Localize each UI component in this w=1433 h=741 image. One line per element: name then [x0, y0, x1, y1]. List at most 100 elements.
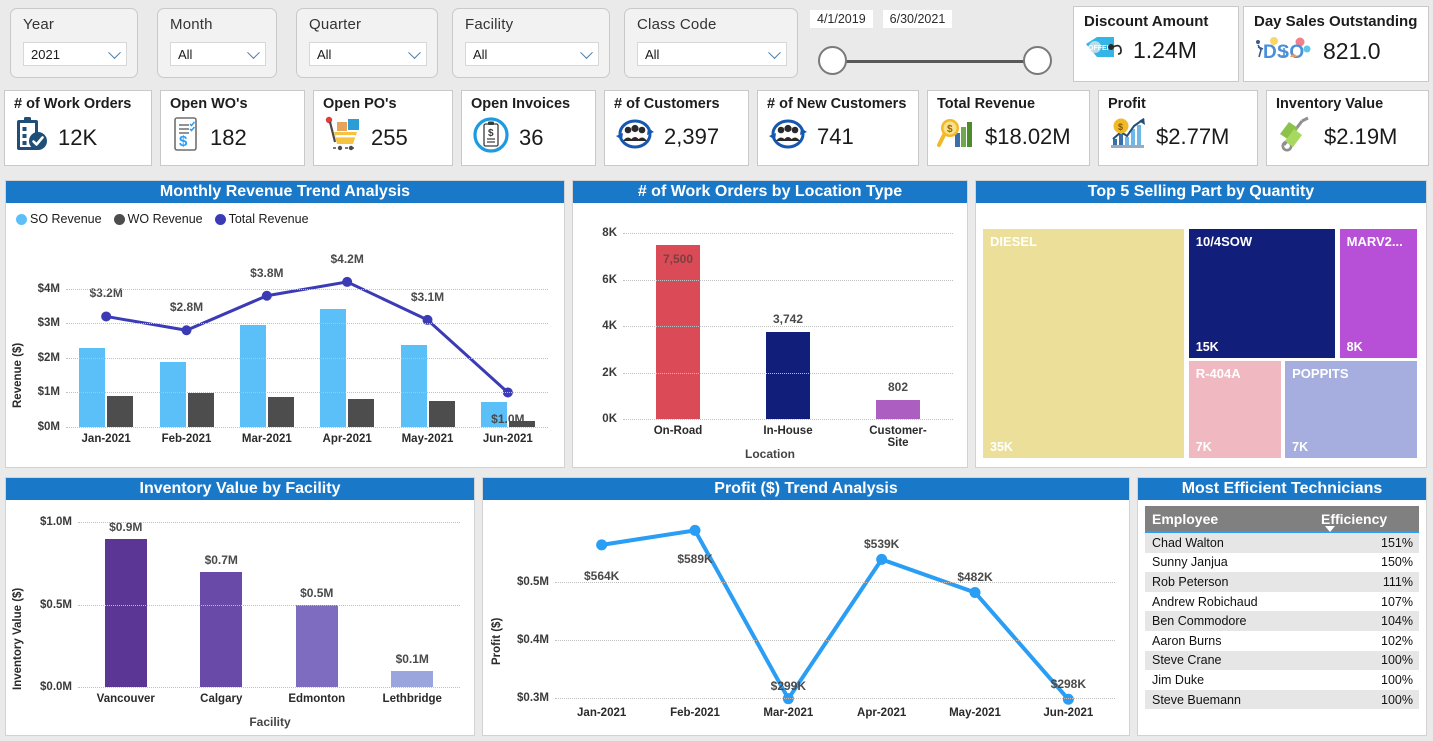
slicer-year-dropdown[interactable]: 2021	[23, 42, 127, 66]
column-header-employee[interactable]: Employee	[1145, 511, 1321, 527]
kpi-inventory-value[interactable]: Inventory Value $2.19M	[1266, 90, 1429, 166]
kpi-total-revenue[interactable]: Total Revenue $ $18.02M	[927, 90, 1090, 166]
slicer-quarter-dropdown[interactable]: All	[309, 42, 427, 66]
slider-handle-start[interactable]	[818, 46, 847, 75]
inventory-chart[interactable]: Inventory Value ($) $0.9M $0.7M $0.5M $0.1M…	[6, 500, 474, 735]
customers-icon	[614, 115, 656, 158]
panel-inventory-facility: Inventory Value by Facility Inventory Va…	[5, 477, 475, 736]
data-label-profit: $539K	[863, 537, 900, 552]
gridline	[623, 279, 953, 281]
date-end-input[interactable]: 6/30/2021	[882, 10, 953, 28]
x-tick-label: May-2021	[949, 707, 1001, 719]
date-start-input[interactable]: 4/1/2019	[810, 10, 873, 28]
clipboard-check-icon	[14, 115, 50, 160]
legend-so-revenue[interactable]: SO Revenue	[16, 212, 102, 226]
slicer-quarter[interactable]: Quarter All	[296, 8, 438, 78]
monthly-revenue-chart[interactable]: SO Revenue WO Revenue Total Revenue Reve…	[6, 203, 564, 467]
table-row[interactable]: Jim Duke 100%	[1145, 670, 1419, 690]
kpi-profit[interactable]: Profit $ $2.77M	[1098, 90, 1258, 166]
profit-line	[596, 524, 1074, 705]
shopping-cart-icon	[323, 115, 363, 160]
slicer-month-label: Month	[170, 16, 213, 33]
treemap-cell[interactable]: MARV2... 8K	[1339, 229, 1417, 358]
kpi-customers[interactable]: # of Customers 2,397	[604, 90, 749, 166]
revenue-legend[interactable]: SO Revenue WO Revenue Total Revenue	[16, 212, 317, 226]
data-label-total-revenue: $2.8M	[169, 300, 204, 315]
column-header-efficiency-label: Efficiency	[1321, 510, 1388, 527]
table-row[interactable]: Ben Commodore 104%	[1145, 611, 1419, 631]
table-row[interactable]: Sunny Janjua 150%	[1145, 553, 1419, 573]
y-tick-label: $2M	[37, 351, 60, 364]
date-range-slicer[interactable]: 4/1/2019 6/30/2021	[810, 10, 1060, 78]
slicer-class-code-dropdown[interactable]: All	[637, 42, 787, 66]
slicer-class-code-value: All	[645, 46, 660, 62]
kpi-work-orders-value: 12K	[58, 124, 98, 150]
table-header-row[interactable]: Employee Efficiency	[1145, 506, 1419, 532]
slicer-month[interactable]: Month All	[157, 8, 277, 78]
profit-chart[interactable]: Profit ($) $564K $589K $299K $539K $482K $298…	[483, 500, 1129, 735]
x-tick-label: Feb-2021	[670, 707, 720, 719]
column-header-efficiency[interactable]: Efficiency	[1321, 510, 1419, 532]
gridline	[66, 427, 548, 428]
slider-line	[832, 60, 1038, 63]
x-tick-label: Apr-2021	[857, 707, 907, 719]
cell-efficiency: 102%	[1381, 633, 1413, 648]
kpi-open-invoices[interactable]: Open Invoices $ 36	[461, 90, 596, 166]
gridline	[623, 326, 953, 327]
technicians-table[interactable]: Employee Efficiency Chad Walton 151% Sunny…	[1145, 506, 1419, 710]
kpi-new-customers[interactable]: # of New Customers 741	[757, 90, 919, 166]
table-row[interactable]: Steve Buemann 100%	[1145, 689, 1419, 710]
table-row[interactable]: Rob Peterson 111%	[1145, 572, 1419, 592]
kpi-discount-amount[interactable]: Discount Amount OFFER 1.24M	[1073, 6, 1239, 82]
cell-employee: Steve Buemann	[1152, 692, 1241, 707]
technicians-table-body[interactable]: Employee Efficiency Chad Walton 151% Sunny…	[1138, 500, 1426, 735]
data-label-profit: $298K	[1050, 677, 1087, 692]
slicer-facility-dropdown[interactable]: All	[465, 42, 599, 66]
x-tick-label: Jun-2021	[482, 433, 533, 445]
slicer-class-code[interactable]: Class Code All	[624, 8, 798, 78]
kpi-open-po-value: 255	[371, 124, 408, 150]
y-tick-label: $0.4M	[517, 634, 549, 647]
legend-wo-revenue[interactable]: WO Revenue	[113, 212, 203, 226]
slicer-year[interactable]: Year 2021	[10, 8, 138, 78]
data-label-work-orders: 7,500	[662, 251, 694, 266]
x-tick-label: Edmonton	[288, 693, 346, 705]
gridline	[66, 357, 548, 359]
treemap-cell[interactable]: DIESEL 35K	[983, 229, 1185, 458]
treemap-cell-name: 10/4SOW	[1195, 234, 1253, 249]
powerbi-dashboard: Year 2021 Month All Quarter All Facility…	[0, 0, 1433, 741]
kpi-discount-amount-value: 1.24M	[1133, 37, 1197, 63]
cell-employee: Sunny Janjua	[1152, 555, 1228, 570]
treemap-cell[interactable]: 10/4SOW 15K	[1188, 229, 1336, 358]
treemap-cell[interactable]: R-404A 7K	[1188, 361, 1281, 458]
kpi-open-po[interactable]: Open PO's 255	[313, 90, 453, 166]
kpi-customers-value: 2,397	[664, 123, 720, 149]
slicer-facility[interactable]: Facility All	[452, 8, 610, 78]
x-tick-label: Customer-Site	[869, 425, 927, 449]
data-label-work-orders: 3,742	[772, 311, 804, 326]
kpi-dso-title: Day Sales Outstanding	[1254, 13, 1418, 30]
kpi-total-revenue-value: $18.02M	[985, 123, 1071, 149]
kpi-work-orders[interactable]: # of Work Orders 12K	[4, 90, 152, 166]
slicer-month-dropdown[interactable]: All	[170, 42, 266, 66]
top-parts-treemap[interactable]: DIESEL 35K 10/4SOW 15K MARV2... 8K R-404A 7K POP…	[976, 203, 1426, 467]
offer-tag-icon: OFFER	[1084, 35, 1124, 66]
slicer-quarter-label: Quarter	[309, 16, 362, 33]
table-row[interactable]: Chad Walton 151%	[1145, 533, 1419, 553]
legend-total-revenue[interactable]: Total Revenue	[214, 212, 309, 226]
kpi-day-sales-outstanding[interactable]: Day Sales Outstanding DSO 821.0	[1243, 6, 1429, 82]
date-slider-track[interactable]	[810, 46, 1060, 76]
chevron-down-icon	[108, 46, 121, 60]
slider-handle-end[interactable]	[1023, 46, 1052, 75]
table-row[interactable]: Andrew Robichaud 107%	[1145, 592, 1419, 612]
x-tick-label: Apr-2021	[322, 433, 372, 445]
data-label-total-revenue: $1.0M	[491, 412, 525, 427]
table-row[interactable]: Steve Crane 100%	[1145, 650, 1419, 671]
y-tick-label: 8K	[602, 227, 617, 239]
kpi-open-wo[interactable]: Open WO's $ 182	[160, 90, 305, 166]
treemap-cell[interactable]: POPPITS 7K	[1285, 361, 1417, 458]
work-orders-chart[interactable]: 7,500 3,742 802 0K 2K 4K 6K 8K On-Road In-House…	[573, 203, 967, 467]
treemap-cell-name: DIESEL	[990, 234, 1037, 249]
table-row[interactable]: Aaron Burns 102%	[1145, 631, 1419, 651]
profit-chart-icon: $	[1108, 115, 1148, 158]
